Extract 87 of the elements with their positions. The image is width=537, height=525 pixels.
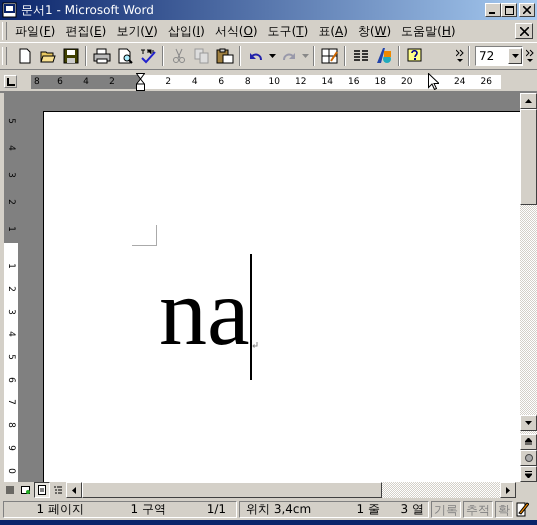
ruler-number: 20 [400,76,414,86]
menu-item[interactable]: 도움말(H) [396,20,461,42]
dropdown-arrow-icon [512,54,518,58]
down-arrow-icon [525,421,532,425]
line-number: 1 줄 [356,500,380,518]
ruler-number: 2 [108,76,116,86]
font-size-field[interactable]: 72 [475,46,523,66]
menu-item[interactable]: 표(A) [313,20,353,42]
page-number: 1 페이지 [36,500,84,518]
scroll-down-button[interactable] [520,415,537,431]
ruler-number: 3 [6,308,16,317]
ruler-number: 10 [268,76,281,86]
menu-item[interactable]: 보기(V) [111,20,163,42]
menu-item[interactable]: 도구(T) [262,20,314,42]
cursor-position: 위치 3,4cm [245,500,312,518]
ruler-number: 6 [217,76,226,86]
menu-item[interactable]: 파일(F) [13,20,60,42]
print-view-icon [37,485,47,495]
right-arrow-icon [506,486,510,494]
column-number: 3 열 [400,500,424,518]
select-browse-object-button[interactable] [520,450,537,466]
outline-view-icon [53,485,63,495]
ruler-number: 6 [6,376,16,385]
ruler-number: 5 [6,116,16,126]
ruler-number: 26 [480,76,493,86]
ruler-number: 0 [6,466,16,476]
print-view-button[interactable] [34,482,50,498]
close-icon [520,26,528,36]
ruler-number: 8 [6,421,16,430]
menu-item[interactable]: 창(W) [352,20,396,42]
scroll-thumb[interactable] [82,482,382,498]
ruler-number: 7 [6,398,16,408]
ruler-number: 14 [320,76,334,86]
indent-marker[interactable] [136,72,145,90]
vertical-scrollbar[interactable] [520,93,537,482]
ruler-number: 9 [6,444,16,453]
window-title: 문서1 - Microsoft Word [21,2,155,18]
ruler-number: 4 [6,330,16,340]
ruler-number: 18 [374,76,387,86]
previous-page-button[interactable] [520,434,537,450]
ruler-number: 2 [6,198,16,208]
ruler-number: 4 [82,76,90,86]
left-arrow-icon [72,486,76,494]
ruler-number: 16 [347,76,360,86]
next-page-button[interactable] [520,466,537,482]
section-number: 1 구역 [130,500,166,518]
scroll-thumb[interactable] [520,109,537,205]
maximize-button[interactable] [501,3,517,17]
document-icon [2,2,18,18]
ruler-number: 5 [6,353,16,362]
ruler-number: 1 [6,225,16,234]
normal-view-icon [5,485,15,495]
page-count: 1/1 [206,502,226,516]
close-button[interactable] [519,3,535,17]
left-tab-icon [6,78,14,86]
double-down-arrow-icon [525,470,532,478]
menu-item[interactable]: 삽입(I) [162,20,210,42]
book-pencil-icon [515,501,529,517]
paragraph-mark-icon [252,342,258,348]
maximize-icon [504,6,514,14]
scroll-right-button[interactable] [500,482,516,498]
ruler-number: 1 [6,262,16,272]
minimize-button[interactable] [485,3,501,17]
ruler-number: 24 [453,76,466,86]
menu-item[interactable]: 서식(O) [210,20,263,42]
close-document-button[interactable] [515,23,533,39]
double-up-arrow-icon [525,438,532,446]
tab-selector-button[interactable] [4,75,17,88]
up-arrow-icon [525,99,532,103]
ruler-number: 8 [34,76,39,86]
ruler-number: 4 [6,144,16,153]
document-text: na [159,264,250,360]
close-icon [523,6,531,14]
ruler-number: 8 [244,76,252,86]
scroll-left-button[interactable] [66,482,82,498]
ruler-number: 2 [6,285,16,294]
ruler-number: 6 [56,76,64,86]
ruler-number: 12 [294,76,308,86]
crop-mark [132,225,157,246]
horizontal-scrollbar[interactable] [66,482,516,498]
ruler-number: 4 [190,76,199,86]
menu-item[interactable]: 편집(E) [60,20,112,42]
ruler-number: 3 [6,171,16,180]
ruler-number: 2 [164,76,172,86]
scroll-up-button[interactable] [520,93,537,109]
web-view-icon [21,485,31,495]
circle-icon [524,454,532,462]
